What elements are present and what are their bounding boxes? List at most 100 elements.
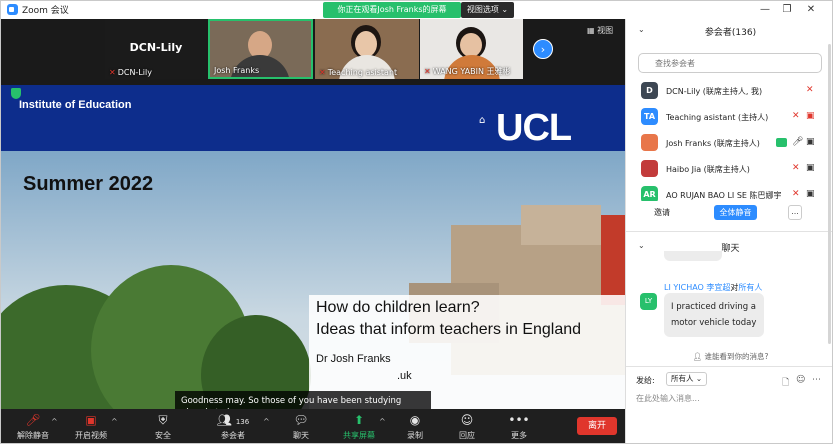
shield-icon xyxy=(11,88,21,99)
message-visibility-link[interactable]: 👤︎ 谁能看到你的消息? xyxy=(626,351,832,362)
mic-off-icon[interactable]: ✕ xyxy=(792,163,800,173)
more-icon: ••• xyxy=(508,413,530,427)
share-screen-icon: ⬆ xyxy=(353,413,365,427)
share-screen-label: 共享屏幕 xyxy=(343,431,375,440)
shared-screen: Institute of Education ⌂ UCL Summer 2022… xyxy=(1,85,625,427)
participant-list: D DCN-Lily (联席主持人, 我) ✕ TA Teaching asis… xyxy=(626,79,832,201)
unmute-label: 解除静音 xyxy=(17,431,49,440)
recipient-select[interactable]: 所有人 ⌄ xyxy=(666,372,707,386)
mic-off-icon: ✕ xyxy=(319,68,326,77)
tile-label: Teaching asistant xyxy=(327,68,398,77)
mic-off-icon[interactable]: ✕ xyxy=(792,189,800,199)
video-tile-teaching-assistant[interactable]: ✕ Teaching asistant xyxy=(315,19,419,79)
more-button[interactable]: ••• 更多 xyxy=(495,412,543,441)
view-options-button[interactable]: 视图选项 ⌄ xyxy=(461,2,514,18)
unmute-button[interactable]: 🎤︎ 解除静音 xyxy=(9,412,57,441)
video-options-caret[interactable]: ^ xyxy=(111,417,118,426)
record-button[interactable]: ◉ 录制 xyxy=(391,412,439,441)
file-icon[interactable]: 🗋︎ xyxy=(782,375,789,391)
video-icon[interactable]: ▣ xyxy=(806,137,815,147)
participants-label: 参会者 xyxy=(221,431,245,440)
viewing-banner: 你正在观看Josh Franks的屏幕 xyxy=(323,2,461,18)
participant-name: Haibo Jia (联席主持人) xyxy=(666,165,750,174)
tile-label: Josh Franks xyxy=(214,66,260,75)
chat-message: I practiced driving a motor vehicle toda… xyxy=(664,293,764,337)
video-icon[interactable]: ▣ xyxy=(806,189,815,199)
title-bar: Zoom 会议 你正在观看Josh Franks的屏幕 视图选项 ⌄ — ❐ ✕ xyxy=(1,1,832,19)
participant-face xyxy=(460,33,482,57)
chat-icon: 💬︎ xyxy=(293,413,309,427)
view-button[interactable]: ▦ 视图 xyxy=(587,25,613,36)
meeting-toolbar: 🎤︎ 解除静音 ^ ▣ 开启视频 ^ ⛨ 安全 👥︎ 136 参会者 ^ 💬︎ 聊天 ⬆ 共… xyxy=(1,409,625,443)
start-video-label: 开启视频 xyxy=(75,431,107,440)
who-sees-label: 谁能看到你的消息? xyxy=(704,352,769,361)
participant-row[interactable]: TA Teaching asistant (主持人) ✕ ▣ xyxy=(626,105,826,131)
participant-name: AO RUJAN BAO LI SE 陈巴娜宇 xyxy=(666,191,782,200)
video-off-icon: ▣ xyxy=(85,413,97,427)
video-tile-wang-yabin[interactable]: ✕ WANG YABIN 王雅彬 xyxy=(420,19,523,79)
minimize-icon[interactable]: — xyxy=(758,4,772,15)
slide-email-fragment: .uk xyxy=(397,370,412,382)
participants-more-button[interactable]: ... xyxy=(788,205,802,220)
video-tile-josh-franks[interactable]: Josh Franks xyxy=(208,19,313,79)
avatar: TA xyxy=(641,108,658,125)
send-to-label: 发给: xyxy=(636,376,655,385)
previous-message-bubble xyxy=(664,251,722,261)
video-icon[interactable]: ▣ xyxy=(806,163,815,173)
participants-scrollbar[interactable] xyxy=(828,44,831,344)
mic-off-icon: 🎤︎ xyxy=(25,413,41,427)
tile-name-large: DCN-Lily xyxy=(129,41,183,54)
mute-all-button[interactable]: 全体静音 xyxy=(714,205,757,220)
slide-header-banner: Institute of Education ⌂ UCL xyxy=(1,85,625,151)
next-videos-button[interactable]: › xyxy=(533,39,553,59)
chat-label: 聊天 xyxy=(293,431,309,440)
grid-icon: ▦ xyxy=(587,26,595,35)
avatar: D xyxy=(641,82,658,99)
participant-row[interactable]: AR AO RUJAN BAO LI SE 陈巴娜宇 ✕ ▣ xyxy=(626,183,826,201)
video-off-icon[interactable]: ✕ xyxy=(806,85,814,95)
participant-name: Josh Franks (联席主持人) xyxy=(666,139,760,148)
participant-row[interactable]: Josh Franks (联席主持人) 🎤︎ ▣ xyxy=(626,131,826,157)
institute-label: Institute of Education xyxy=(19,99,132,111)
video-tile-dcn-lily[interactable]: DCN-Lily ✕ DCN-Lily xyxy=(105,19,207,79)
chat-button[interactable]: 💬︎ 聊天 xyxy=(277,412,325,441)
reaction-icon: ☺ xyxy=(460,413,474,427)
mic-icon[interactable]: 🎤︎ xyxy=(792,137,803,147)
video-off-icon[interactable]: ▣ xyxy=(806,111,815,121)
people-icon: 👥︎ 136 xyxy=(216,413,250,427)
divider xyxy=(626,231,832,232)
share-screen-button[interactable]: ⬆ 共享屏幕 xyxy=(335,412,383,441)
leave-button[interactable]: 离开 xyxy=(577,417,617,435)
participant-row[interactable]: D DCN-Lily (联席主持人, 我) ✕ xyxy=(626,79,826,105)
participant-search-input[interactable] xyxy=(638,53,822,73)
slide-title-line1: How do children learn? xyxy=(316,299,480,316)
tile-label: DCN-Lily xyxy=(117,68,152,77)
participants-options-caret[interactable]: ^ xyxy=(263,417,270,426)
zoom-logo-icon xyxy=(7,4,18,15)
start-video-button[interactable]: ▣ 开启视频 xyxy=(67,412,115,441)
participants-button[interactable]: 👥︎ 136 参会者 xyxy=(209,412,257,441)
chat-input[interactable]: 在此处输入消息... xyxy=(636,393,700,404)
more-icon[interactable]: ⋯ xyxy=(812,375,821,385)
close-icon[interactable]: ✕ xyxy=(804,4,818,15)
shield-icon: ⛨ xyxy=(158,413,168,427)
mic-off-icon[interactable]: ✕ xyxy=(792,111,800,121)
mic-off-icon: ✕ xyxy=(109,68,116,77)
tile-label: WANG YABIN 王雅彬 xyxy=(432,67,511,76)
avatar: AR xyxy=(641,186,658,201)
invite-button[interactable]: 邀请 xyxy=(654,207,670,218)
slide-summer-heading: Summer 2022 xyxy=(23,173,154,195)
participant-row[interactable]: Haibo Jia (联席主持人) ✕ ▣ xyxy=(626,157,826,183)
reactions-button[interactable]: ☺ 回应 xyxy=(443,412,491,441)
share-options-caret[interactable]: ^ xyxy=(379,417,386,426)
emoji-icon[interactable]: ☺ xyxy=(796,375,805,385)
audio-options-caret[interactable]: ^ xyxy=(51,417,58,426)
restore-icon[interactable]: ❐ xyxy=(780,4,794,15)
slide-presenter-name: Dr Josh Franks xyxy=(316,353,391,365)
video-strip: DCN-Lily ✕ DCN-Lily Josh Franks ✕ Teaching… xyxy=(1,19,625,81)
participant-name: DCN-Lily (联席主持人, 我) xyxy=(666,87,763,96)
record-icon: ◉ xyxy=(409,413,421,427)
more-label: 更多 xyxy=(511,431,527,440)
security-button[interactable]: ⛨ 安全 xyxy=(139,412,187,441)
chat-sender-name: LI YICHAO 李宜超 xyxy=(664,283,731,292)
